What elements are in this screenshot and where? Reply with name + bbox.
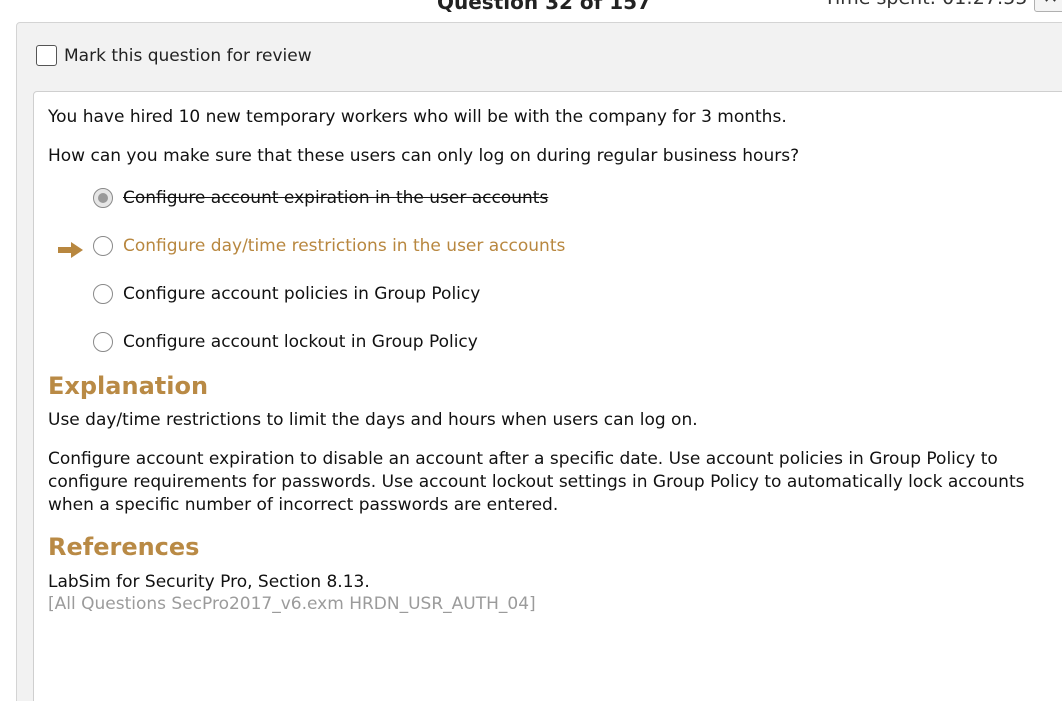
answer-option-3[interactable]: Configure account policies in Group Poli…	[93, 284, 480, 304]
reference-text: LabSim for Security Pro, Section 8.13.	[48, 572, 370, 592]
option-label: Configure account policies in Group Poli…	[123, 284, 481, 304]
radio-button[interactable]	[93, 236, 113, 256]
arrow-right-icon	[58, 242, 83, 258]
review-checkbox[interactable]	[36, 45, 57, 66]
time-spent: Time spent: 01:27:55	[824, 0, 1027, 9]
answer-option-1[interactable]: Configure account expiration in the user…	[93, 188, 548, 208]
explanation-summary: Use day/time restrictions to limit the d…	[48, 410, 698, 430]
question-review-window: Question 32 of 157 Time spent: 01:27:55 …	[0, 0, 1062, 701]
question-counter: Question 32 of 157	[437, 0, 652, 14]
close-button[interactable]: ✕	[1034, 0, 1062, 12]
option-label: Configure day/time restrictions in the u…	[123, 236, 566, 256]
answer-option-2[interactable]: Configure day/time restrictions in the u…	[93, 236, 565, 256]
question-scenario: You have hired 10 new temporary workers …	[48, 107, 787, 127]
review-label: Mark this question for review	[64, 45, 312, 66]
explanation-heading: Explanation	[48, 372, 209, 400]
references-heading: References	[48, 533, 200, 561]
option-label: Configure account expiration in the user…	[123, 188, 549, 208]
option-label: Configure account lockout in Group Polic…	[123, 332, 478, 352]
explanation-detail: Configure account expiration to disable …	[48, 449, 1025, 515]
mark-for-review[interactable]: Mark this question for review	[36, 45, 312, 66]
question-id: [All Questions SecPro2017_v6.exm HRDN_US…	[48, 594, 536, 614]
answer-option-4[interactable]: Configure account lockout in Group Polic…	[93, 332, 478, 352]
radio-button-selected[interactable]	[93, 188, 113, 208]
question-prompt: How can you make sure that these users c…	[48, 146, 800, 166]
radio-button[interactable]	[93, 332, 113, 352]
radio-button[interactable]	[93, 284, 113, 304]
close-icon: ✕	[1043, 0, 1058, 8]
